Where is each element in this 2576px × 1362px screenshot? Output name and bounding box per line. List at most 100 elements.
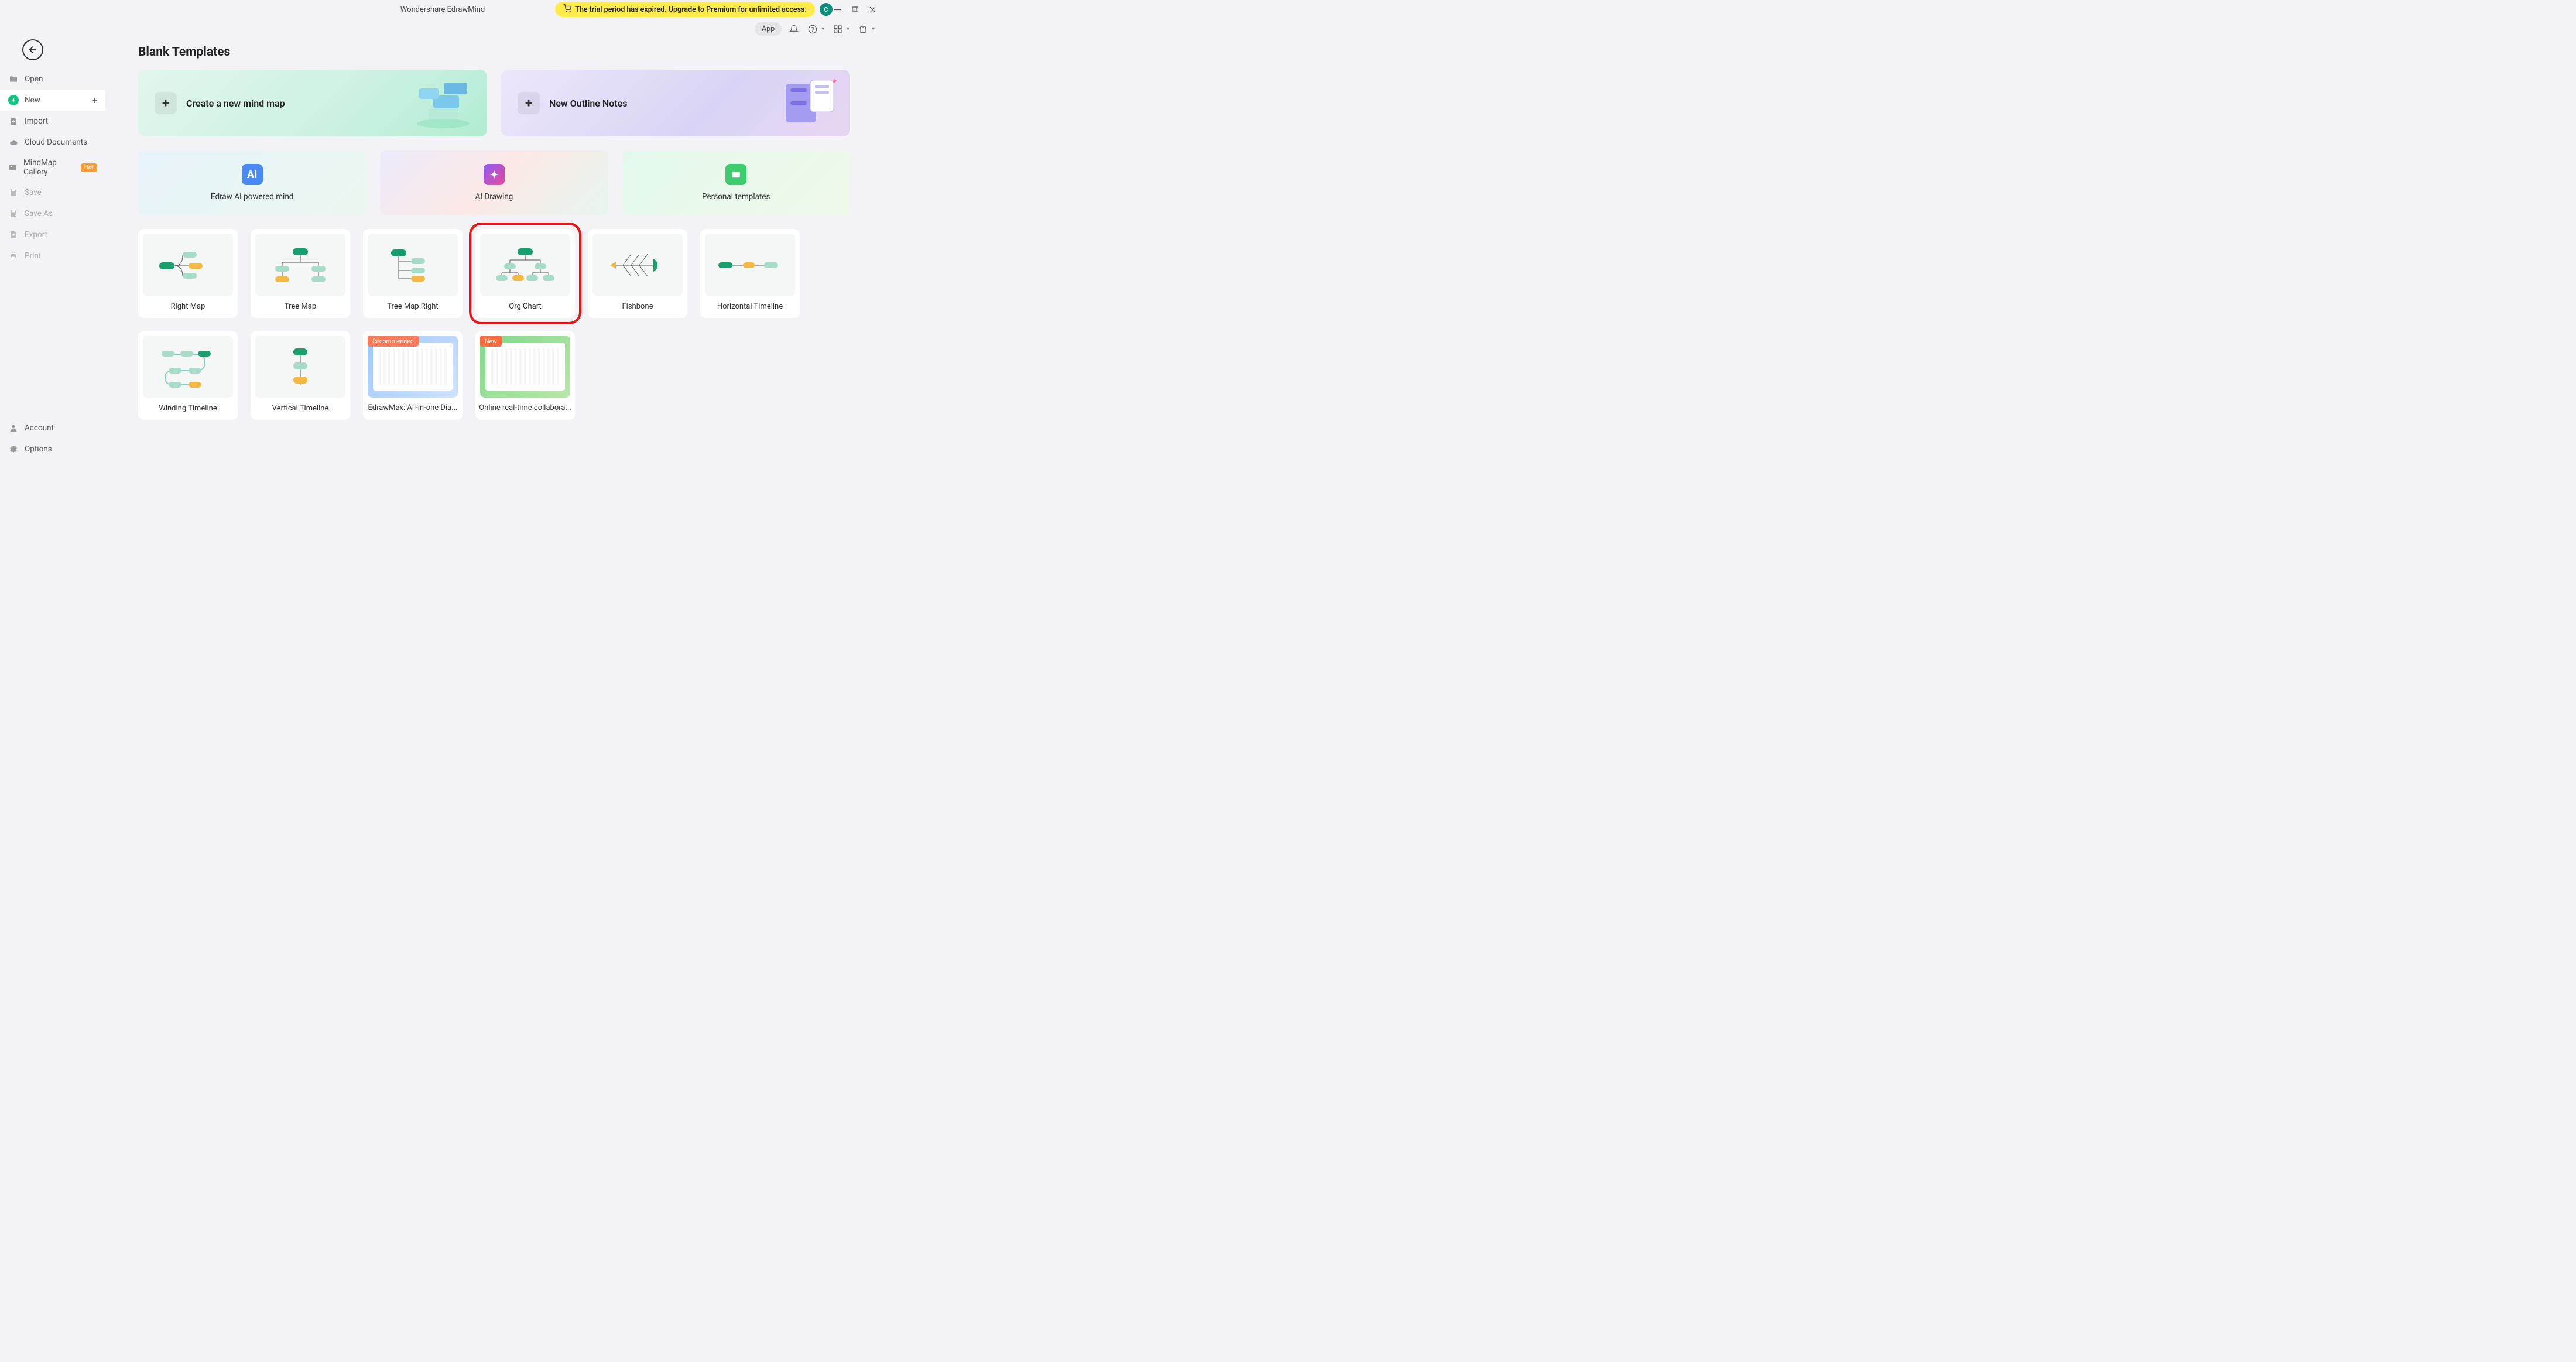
sidebar-item-options[interactable]: Options bbox=[0, 439, 105, 460]
sidebar-item-label: Cloud Documents bbox=[25, 138, 87, 147]
hero-label: Create a new mind map bbox=[186, 98, 285, 109]
hero-create-mindmap[interactable]: + Create a new mind map bbox=[138, 70, 487, 136]
gear-icon bbox=[8, 444, 19, 454]
main-content: Blank Templates + Create a new mind map … bbox=[105, 39, 885, 467]
template-label: Fishbone bbox=[588, 296, 687, 318]
template-tree-map[interactable]: Tree Map bbox=[251, 229, 350, 318]
template-fishbone[interactable]: Fishbone bbox=[588, 229, 687, 318]
sidebar: Open + New + Import Cloud Documents Mind… bbox=[0, 39, 105, 467]
ai-icon: AI bbox=[242, 164, 263, 185]
sidebar-item-gallery[interactable]: MindMap Gallery Hot bbox=[0, 153, 105, 182]
sidebar-item-import[interactable]: Import bbox=[0, 111, 105, 132]
template-label: Online real-time collabora... bbox=[475, 398, 575, 419]
template-preview bbox=[143, 336, 233, 398]
sidebar-item-label: Account bbox=[25, 423, 54, 433]
close-button[interactable] bbox=[864, 2, 881, 16]
chevron-down-icon: ▼ bbox=[820, 26, 825, 32]
template-preview bbox=[255, 336, 345, 398]
template-org-chart[interactable]: Org Chart bbox=[475, 229, 575, 318]
trial-text: The trial period has expired. Upgrade to… bbox=[575, 5, 807, 14]
sidebar-item-label: Open bbox=[25, 74, 43, 84]
template-preview bbox=[480, 234, 570, 296]
save-icon bbox=[8, 187, 19, 198]
export-icon bbox=[8, 230, 19, 240]
maximize-button[interactable] bbox=[847, 2, 863, 16]
cart-icon bbox=[563, 4, 571, 15]
feature-ai-drawing[interactable]: AI Drawing bbox=[380, 150, 608, 215]
trial-banner[interactable]: The trial period has expired. Upgrade to… bbox=[555, 2, 815, 17]
sidebar-item-export[interactable]: Export bbox=[0, 224, 105, 245]
page-title: Blank Templates bbox=[138, 45, 850, 59]
sidebar-item-label: Import bbox=[25, 117, 48, 126]
theme-menu[interactable]: ▼ bbox=[857, 23, 876, 36]
folder-star-icon bbox=[725, 164, 746, 185]
sidebar-item-label: Options bbox=[25, 444, 52, 454]
template-tree-map-right[interactable]: Tree Map Right bbox=[363, 229, 463, 318]
template-preview bbox=[143, 234, 233, 296]
template-label: Right Map bbox=[138, 296, 238, 318]
template-label: Winding Timeline bbox=[138, 398, 238, 420]
ai-drawing-icon bbox=[484, 164, 505, 185]
plus-icon: + bbox=[155, 92, 177, 114]
shirt-icon bbox=[857, 23, 869, 36]
template-horizontal-timeline[interactable]: Horizontal Timeline bbox=[700, 229, 800, 318]
help-menu[interactable]: ▼ bbox=[806, 23, 825, 36]
feature-ai-mind[interactable]: AI Edraw AI powered mind bbox=[138, 150, 366, 215]
template-label: Tree Map Right bbox=[363, 296, 463, 318]
feature-personal-templates[interactable]: Personal templates bbox=[622, 150, 850, 215]
bell-icon[interactable] bbox=[787, 23, 800, 36]
plus-icon: + bbox=[518, 92, 540, 114]
template-label: Tree Map bbox=[251, 296, 350, 318]
plus-circle-icon: + bbox=[8, 95, 19, 105]
feature-label: Edraw AI powered mind bbox=[211, 192, 293, 201]
hero-new-outline[interactable]: + New Outline Notes bbox=[501, 70, 850, 136]
feature-label: AI Drawing bbox=[475, 192, 513, 201]
plus-icon[interactable]: + bbox=[92, 95, 97, 106]
account-icon bbox=[8, 423, 19, 433]
template-right-map[interactable]: Right Map bbox=[138, 229, 238, 318]
hot-badge: Hot bbox=[81, 163, 97, 172]
titlebar: Wondershare EdrawMind The trial period h… bbox=[0, 0, 885, 19]
folder-icon bbox=[8, 74, 19, 84]
template-preview bbox=[592, 234, 683, 296]
template-online-collab[interactable]: New Online real-time collabora... bbox=[475, 331, 575, 420]
minimize-button[interactable] bbox=[829, 2, 845, 16]
sidebar-item-open[interactable]: Open bbox=[0, 69, 105, 90]
new-badge: New bbox=[480, 336, 502, 347]
sidebar-item-account[interactable]: Account bbox=[0, 418, 105, 439]
print-icon bbox=[8, 251, 19, 261]
template-edrawmax[interactable]: Recommended EdrawMax: All-in-one Dia... bbox=[363, 331, 463, 420]
sidebar-item-new[interactable]: + New + bbox=[0, 90, 105, 111]
template-vertical-timeline[interactable]: Vertical Timeline bbox=[251, 331, 350, 420]
sidebar-item-label: Save As bbox=[25, 209, 53, 218]
help-icon bbox=[806, 23, 819, 36]
template-label: EdrawMax: All-in-one Dia... bbox=[363, 398, 463, 419]
window-controls bbox=[829, 2, 881, 16]
back-button[interactable] bbox=[22, 39, 43, 60]
import-icon bbox=[8, 116, 19, 126]
saveas-icon bbox=[8, 208, 19, 219]
recommended-badge: Recommended bbox=[368, 336, 419, 347]
hero-label: New Outline Notes bbox=[549, 98, 627, 109]
sidebar-item-label: Print bbox=[25, 251, 41, 261]
feature-label: Personal templates bbox=[702, 192, 770, 201]
sidebar-item-label: New bbox=[25, 95, 40, 105]
app-title: Wondershare EdrawMind bbox=[400, 5, 485, 14]
apps-menu[interactable]: ▼ bbox=[831, 23, 851, 36]
gallery-icon bbox=[8, 162, 18, 173]
chevron-down-icon: ▼ bbox=[845, 26, 851, 32]
sidebar-item-print[interactable]: Print bbox=[0, 245, 105, 266]
chevron-down-icon: ▼ bbox=[871, 26, 876, 32]
template-preview bbox=[705, 234, 795, 296]
template-preview bbox=[255, 234, 345, 296]
template-label: Org Chart bbox=[475, 296, 575, 318]
template-label: Horizontal Timeline bbox=[700, 296, 800, 318]
sidebar-item-save[interactable]: Save bbox=[0, 182, 105, 203]
template-winding-timeline[interactable]: Winding Timeline bbox=[138, 331, 238, 420]
sidebar-item-label: MindMap Gallery bbox=[23, 158, 75, 177]
app-pill[interactable]: App bbox=[755, 22, 782, 36]
sidebar-item-label: Save bbox=[25, 188, 42, 197]
sidebar-item-saveas[interactable]: Save As bbox=[0, 203, 105, 224]
top-toolbar: App ▼ ▼ ▼ bbox=[0, 19, 885, 39]
sidebar-item-cloud[interactable]: Cloud Documents bbox=[0, 132, 105, 153]
